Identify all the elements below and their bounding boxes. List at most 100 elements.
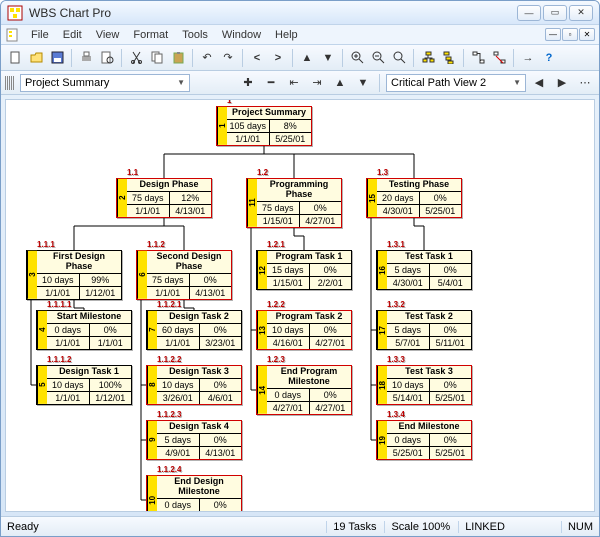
collapse-button[interactable]: ▼ (318, 48, 338, 68)
menu-edit[interactable]: Edit (57, 27, 88, 43)
wbs-node[interactable]: 1.1.1.25Design Task 110 days100%1/1/011/… (36, 365, 132, 405)
node-end: 1/12/01 (90, 392, 132, 404)
move-down-button[interactable]: ▼ (353, 73, 373, 93)
node-end: 5/25/01 (420, 205, 462, 217)
node-title: First Design Phase (37, 251, 121, 274)
node-number: 14 (257, 366, 267, 414)
node-duration: 5 days (387, 324, 430, 336)
node-end: 3/23/01 (200, 337, 242, 349)
zoom-fit-button[interactable] (389, 48, 409, 68)
node-number: 9 (147, 421, 157, 459)
mdi-restore-button[interactable]: ▫ (562, 28, 578, 41)
main-toolbar: ↶ ↷ < > ▲ ▼ → ? (1, 45, 599, 71)
node-duration: 0 days (47, 324, 90, 336)
app-icon (7, 5, 23, 21)
menu-tools[interactable]: Tools (176, 27, 214, 43)
summary-combo[interactable]: Project Summary ▼ (20, 74, 190, 92)
node-start: 1/15/01 (267, 277, 310, 289)
wbs-code: 1.3.4 (387, 410, 405, 419)
wbs-node[interactable]: 1.3.116Test Task 15 days0%4/30/015/4/01 (376, 250, 472, 290)
wbs-node[interactable]: 1.1.2.39Design Task 45 days0%4/9/014/13/… (146, 420, 242, 460)
link-icon (472, 51, 485, 64)
zoom-in-button[interactable] (347, 48, 367, 68)
unlink-button[interactable] (489, 48, 509, 68)
prev-button[interactable]: < (247, 48, 267, 68)
mdi-close-button[interactable]: ✕ (579, 28, 595, 41)
delete-button[interactable]: ━ (261, 73, 281, 93)
wbs-node[interactable]: 1.12Design Phase75 days12%1/1/014/13/01 (116, 178, 212, 218)
maximize-button[interactable]: ▭ (543, 5, 567, 21)
goto-button[interactable]: → (518, 48, 538, 68)
menu-format[interactable]: Format (127, 27, 174, 43)
wbs-node[interactable]: 1.1.1.14Start Milestone0 days0%1/1/011/1… (36, 310, 132, 350)
wbs-node[interactable]: 11Project Summary105 days8%1/1/015/25/01 (216, 106, 312, 146)
menu-window[interactable]: Window (216, 27, 267, 43)
move-up-button[interactable]: ▲ (330, 73, 350, 93)
menu-view[interactable]: View (90, 27, 126, 43)
wbs-node[interactable]: 1.2.314End Program Milestone0 days0%4/27… (256, 365, 352, 415)
wbs-node[interactable]: 1.3.217Test Task 25 days0%5/7/015/11/01 (376, 310, 472, 350)
node-title: Design Task 1 (47, 366, 131, 379)
preview-icon (101, 51, 114, 64)
node-start: 5/14/01 (387, 392, 430, 404)
help-button[interactable]: ? (539, 48, 559, 68)
wbs-node[interactable]: 1.1.26Second Design Phase75 days0%1/1/01… (136, 250, 232, 300)
outdent-button[interactable]: ⇤ (284, 73, 304, 93)
print-button[interactable] (76, 48, 96, 68)
layout-horiz-button[interactable] (418, 48, 438, 68)
save-button[interactable] (47, 48, 67, 68)
wbs-code: 1.3.2 (387, 300, 405, 309)
copy-button[interactable] (147, 48, 167, 68)
wbs-code: 1.1.2 (147, 240, 165, 249)
node-end: 5/4/01 (430, 277, 472, 289)
node-end: 4/27/01 (310, 337, 352, 349)
wbs-code: 1.2.3 (267, 355, 285, 364)
indent-button[interactable]: ⇥ (307, 73, 327, 93)
node-title: End Program Milestone (267, 366, 351, 389)
node-end: 1/1/01 (90, 337, 132, 349)
close-button[interactable]: ✕ (569, 5, 593, 21)
cut-button[interactable] (126, 48, 146, 68)
node-start: 1/1/01 (157, 337, 200, 349)
link-button[interactable] (468, 48, 488, 68)
node-start: 1/1/01 (47, 337, 90, 349)
insert-left-button[interactable]: ✚ (238, 73, 258, 93)
titlebar: WBS Chart Pro — ▭ ✕ (1, 1, 599, 25)
layout-vert-button[interactable] (439, 48, 459, 68)
wbs-node[interactable]: 1.1.2.28Design Task 310 days0%3/26/014/6… (146, 365, 242, 405)
view-next-button[interactable]: ▶ (552, 73, 572, 93)
wbs-node[interactable]: 1.211Programming Phase75 days0%1/15/014/… (246, 178, 342, 228)
menu-file[interactable]: File (25, 27, 55, 43)
view-combo[interactable]: Critical Path View 2 ▼ (386, 74, 526, 92)
print-preview-button[interactable] (97, 48, 117, 68)
view-more-button[interactable]: ⋯ (575, 73, 595, 93)
node-percent: 0% (430, 379, 472, 391)
undo-button[interactable]: ↶ (197, 48, 217, 68)
wbs-node[interactable]: 1.1.2.410End Design Milestone0 days0%4/1… (146, 475, 242, 512)
wbs-code: 1.1 (127, 168, 138, 177)
wbs-node[interactable]: 1.2.112Program Task 115 days0%1/15/012/2… (256, 250, 352, 290)
open-button[interactable] (26, 48, 46, 68)
wbs-node[interactable]: 1.1.13First Design Phase10 days99%1/1/01… (26, 250, 122, 300)
expand-button[interactable]: ▲ (297, 48, 317, 68)
minimize-button[interactable]: — (517, 5, 541, 21)
new-button[interactable] (5, 48, 25, 68)
node-duration: 15 days (267, 264, 310, 276)
mdi-minimize-button[interactable]: — (545, 28, 561, 41)
wbs-node[interactable]: 1.1.2.17Design Task 260 days0%1/1/013/23… (146, 310, 242, 350)
wbs-node[interactable]: 1.2.213Program Task 210 days0%4/16/014/2… (256, 310, 352, 350)
menu-help[interactable]: Help (269, 27, 304, 43)
view-prev-button[interactable]: ◀ (529, 73, 549, 93)
wbs-node[interactable]: 1.3.419End Milestone0 days0%5/25/015/25/… (376, 420, 472, 460)
node-number: 11 (247, 179, 257, 227)
next-button[interactable]: > (268, 48, 288, 68)
wbs-node[interactable]: 1.315Testing Phase20 days0%4/30/015/25/0… (366, 178, 462, 218)
new-icon (9, 51, 22, 64)
wbs-node[interactable]: 1.3.318Test Task 310 days0%5/14/015/25/0… (376, 365, 472, 405)
zoom-out-button[interactable] (368, 48, 388, 68)
chart-canvas[interactable]: 11Project Summary105 days8%1/1/015/25/01… (5, 99, 595, 512)
toolbar-grip[interactable] (5, 76, 15, 90)
paste-button[interactable] (168, 48, 188, 68)
node-start: 3/26/01 (157, 392, 200, 404)
redo-button[interactable]: ↷ (218, 48, 238, 68)
